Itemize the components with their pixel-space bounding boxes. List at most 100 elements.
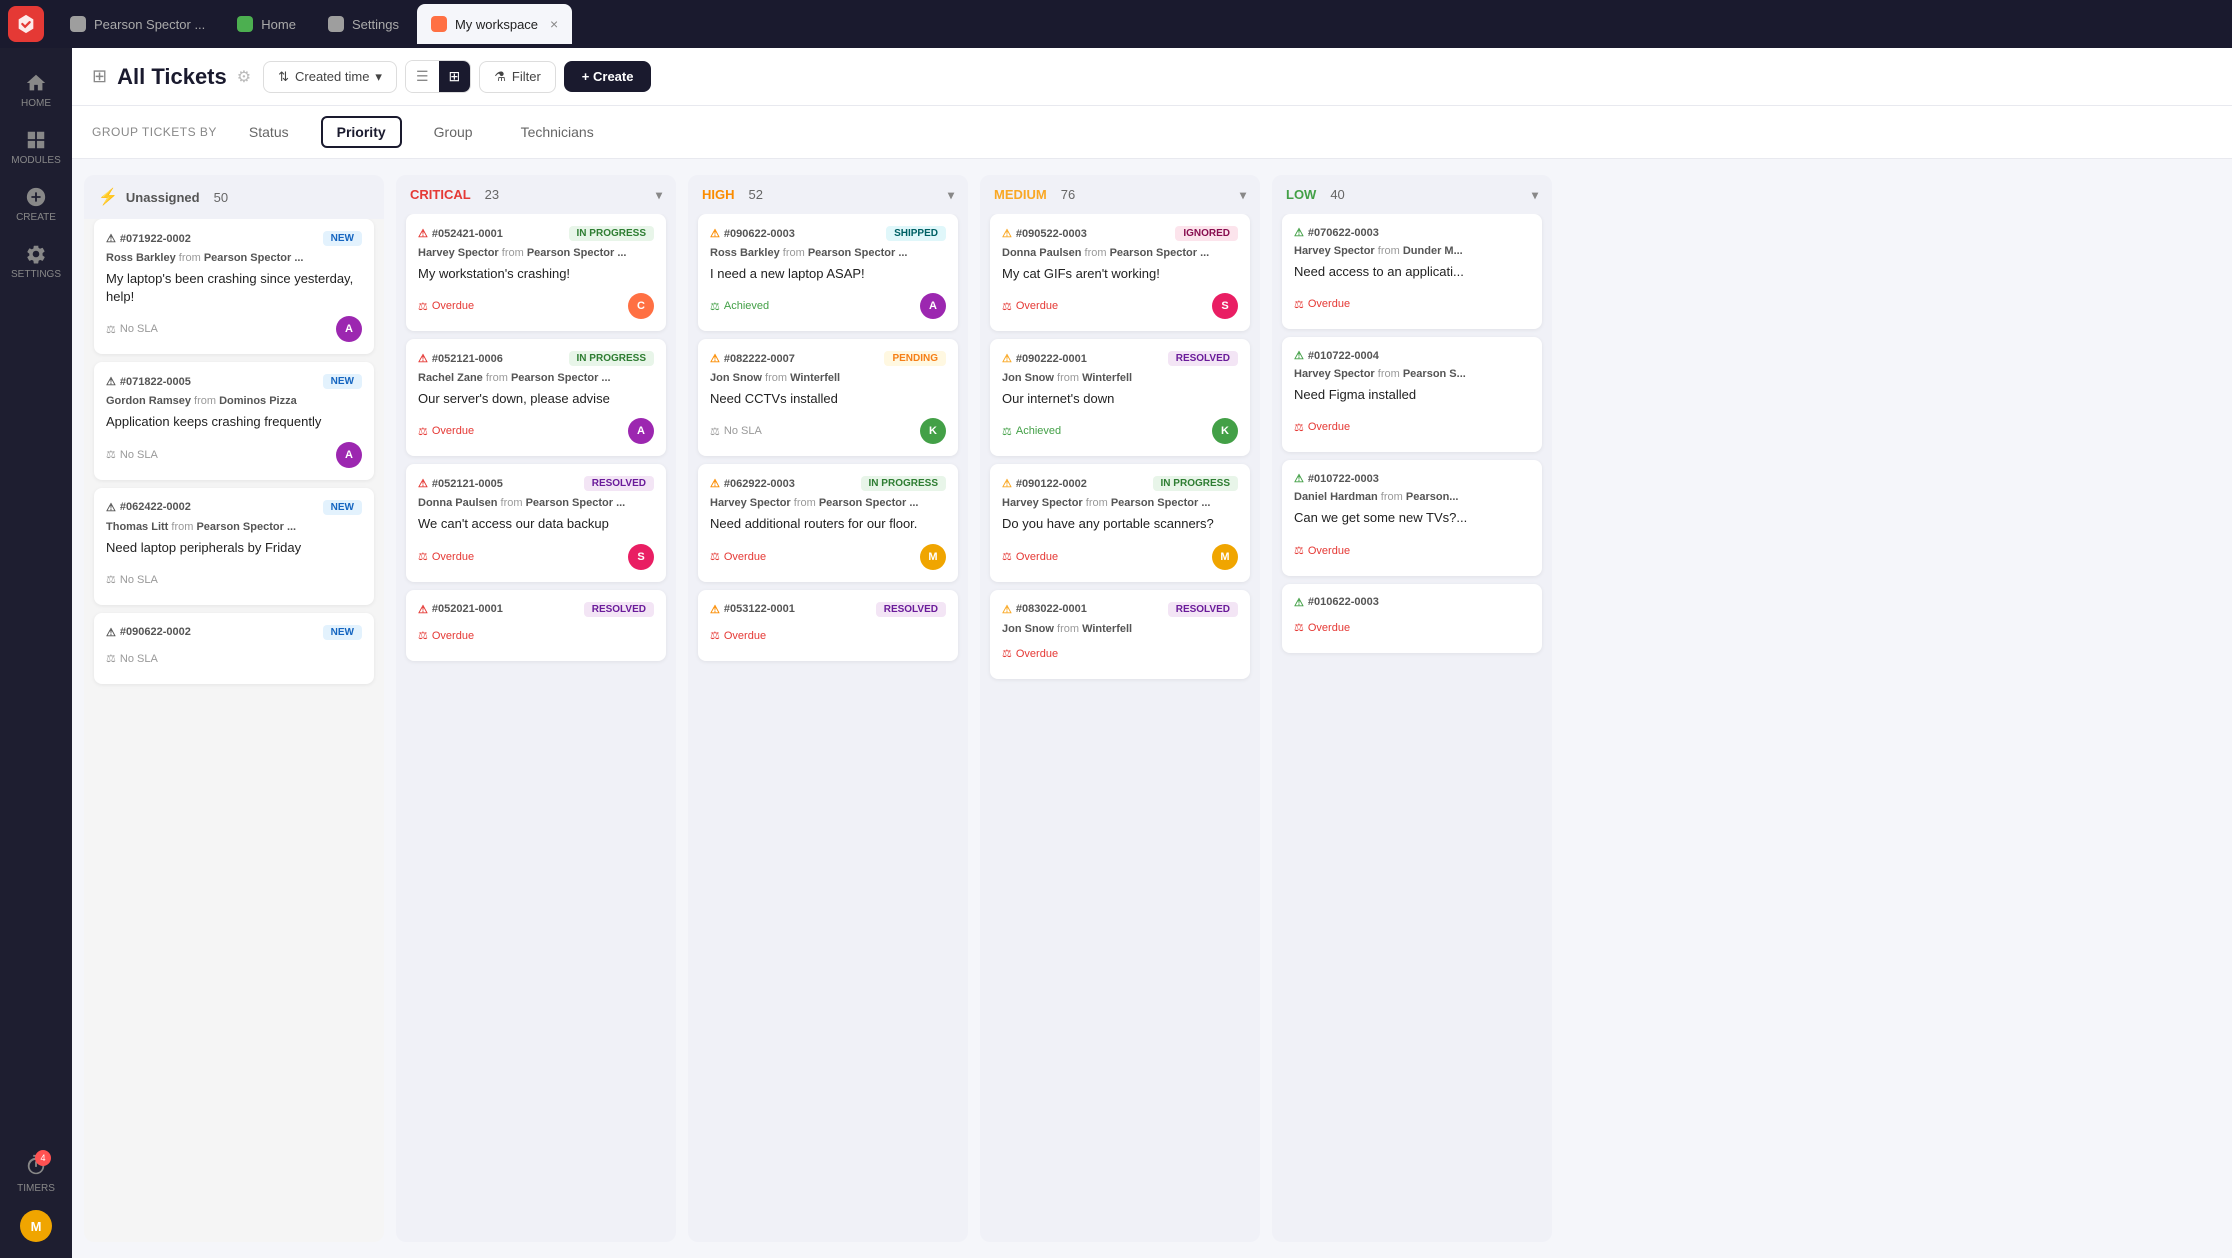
table-row[interactable]: ⚠#052121-0005RESOLVEDDonna Paulsen from … xyxy=(406,464,666,581)
tab-status[interactable]: Status xyxy=(233,116,305,148)
card-title: Need Figma installed xyxy=(1294,386,1530,404)
create-button[interactable]: + Create xyxy=(564,61,652,92)
sidebar-item-home[interactable]: HOME xyxy=(6,64,66,117)
sla-text: No SLA xyxy=(120,653,158,665)
tab-priority[interactable]: Priority xyxy=(321,116,402,148)
priority-icon: ⚠ xyxy=(1002,352,1012,365)
sla-text: No SLA xyxy=(120,323,158,335)
card-title: Can we get some new TVs?... xyxy=(1294,509,1530,527)
ticket-id: #052121-0005 xyxy=(432,478,503,490)
status-badge: NEW xyxy=(323,231,362,246)
card-title: Our server's down, please advise xyxy=(418,390,654,408)
ticket-id: #053122-0001 xyxy=(724,603,795,615)
table-row[interactable]: ⚠#010722-0004Harvey Spector from Pearson… xyxy=(1282,337,1542,452)
card-title: Need additional routers for our floor. xyxy=(710,515,946,533)
table-row[interactable]: ⚠#082222-0007PENDINGJon Snow from Winter… xyxy=(698,339,958,456)
ticket-id: #070622-0003 xyxy=(1308,227,1379,239)
table-row[interactable]: ⚠#090222-0001RESOLVEDJon Snow from Winte… xyxy=(990,339,1250,456)
assignee-avatar: A xyxy=(920,293,946,319)
tab-technicians[interactable]: Technicians xyxy=(505,116,610,148)
table-row[interactable]: ⚠#070622-0003Harvey Spector from Dunder … xyxy=(1282,214,1542,329)
column-count-low: 40 xyxy=(1330,187,1344,202)
table-row[interactable]: ⚠#010622-0003⚖Overdue xyxy=(1282,584,1542,653)
card-title: Need laptop peripherals by Friday xyxy=(106,539,362,557)
ticket-id: #090622-0002 xyxy=(120,626,191,638)
priority-icon: ⚠ xyxy=(1294,349,1304,362)
column-header-low: LOW 40 ▾ xyxy=(1272,175,1552,214)
sla-icon: ⚖ xyxy=(1002,425,1012,438)
ticket-id: #010722-0003 xyxy=(1308,473,1379,485)
status-badge: NEW xyxy=(323,625,362,640)
sla-icon: ⚖ xyxy=(1294,621,1304,634)
sidebar-item-settings[interactable]: SETTINGS xyxy=(6,235,66,288)
tab-pearson[interactable]: Pearson Spector ... xyxy=(56,4,219,44)
sidebar: HOME MODULES CREATE SETTINGS xyxy=(0,48,72,1258)
table-row[interactable]: ⚠#010722-0003Daniel Hardman from Pearson… xyxy=(1282,460,1542,575)
tab-home[interactable]: Home xyxy=(223,4,310,44)
column-count-medium: 76 xyxy=(1061,187,1075,202)
user-avatar[interactable]: M xyxy=(20,1210,52,1242)
table-row[interactable]: ⚠#062922-0003IN PROGRESSHarvey Spector f… xyxy=(698,464,958,581)
app-logo[interactable] xyxy=(8,6,44,42)
sort-button[interactable]: ⇅ Created time ▾ xyxy=(263,61,397,93)
table-row[interactable]: ⚠#090122-0002IN PROGRESSHarvey Spector f… xyxy=(990,464,1250,581)
settings-gear-icon[interactable]: ⚙ xyxy=(237,67,251,87)
status-badge: SHIPPED xyxy=(886,226,946,241)
tab-settings[interactable]: Settings xyxy=(314,4,413,44)
column-count-high: 52 xyxy=(749,187,763,202)
sla-text: No SLA xyxy=(120,449,158,461)
content-area: ⊞ All Tickets ⚙ ⇅ Created time ▾ ☰ ⊞ ⚗ F… xyxy=(72,48,2232,1258)
list-view-button[interactable]: ☰ xyxy=(406,61,439,92)
ticket-id: #082222-0007 xyxy=(724,353,795,365)
group-by-tabs: GROUP TICKETS BY Status Priority Group T… xyxy=(72,106,2232,159)
priority-icon: ⚠ xyxy=(1294,226,1304,239)
column-count-critical: 23 xyxy=(485,187,499,202)
table-row[interactable]: ⚠#090622-0002NEW⚖No SLA xyxy=(94,613,374,684)
sla-icon: ⚖ xyxy=(1002,647,1012,660)
table-row[interactable]: ⚠#052121-0006IN PROGRESSRachel Zane from… xyxy=(406,339,666,456)
table-row[interactable]: ⚠#071922-0002NEWRoss Barkley from Pearso… xyxy=(94,219,374,354)
priority-icon: ⚠ xyxy=(710,352,720,365)
column-chevron-medium[interactable]: ▾ xyxy=(1240,188,1246,202)
table-row[interactable]: ⚠#052421-0001IN PROGRESSHarvey Spector f… xyxy=(406,214,666,331)
column-chevron-high[interactable]: ▾ xyxy=(948,188,954,202)
card-title: My workstation's crashing! xyxy=(418,265,654,283)
tab-group[interactable]: Group xyxy=(418,116,489,148)
table-row[interactable]: ⚠#090522-0003IGNOREDDonna Paulsen from P… xyxy=(990,214,1250,331)
table-row[interactable]: ⚠#071822-0005NEWGordon Ramsey from Domin… xyxy=(94,362,374,479)
priority-icon: ⚠ xyxy=(106,375,116,388)
table-row[interactable]: ⚠#052021-0001RESOLVED⚖Overdue xyxy=(406,590,666,661)
ticket-id: #062922-0003 xyxy=(724,478,795,490)
card-title: I need a new laptop ASAP! xyxy=(710,265,946,283)
table-row[interactable]: ⚠#053122-0001RESOLVED⚖Overdue xyxy=(698,590,958,661)
sidebar-item-modules[interactable]: MODULES xyxy=(6,121,66,174)
column-chevron-low[interactable]: ▾ xyxy=(1532,188,1538,202)
filter-button[interactable]: ⚗ Filter xyxy=(479,61,556,93)
tab-icon-workspace xyxy=(431,16,447,32)
table-row[interactable]: ⚠#090622-0003SHIPPEDRoss Barkley from Pe… xyxy=(698,214,958,331)
assignee-avatar: M xyxy=(1212,544,1238,570)
sla-icon: ⚖ xyxy=(418,550,428,563)
table-row[interactable]: ⚠#062422-0002NEWThomas Litt from Pearson… xyxy=(94,488,374,605)
lightning-icon: ⚡ xyxy=(98,187,118,207)
tab-close-workspace[interactable]: × xyxy=(550,16,558,32)
tab-workspace[interactable]: My workspace× xyxy=(417,4,572,44)
sla-text: Overdue xyxy=(1016,648,1058,660)
table-row[interactable]: ⚠#083022-0001RESOLVEDJon Snow from Winte… xyxy=(990,590,1250,679)
sidebar-item-timers[interactable]: 4 TIMERS xyxy=(6,1146,66,1202)
column-title-medium: MEDIUM xyxy=(994,187,1047,202)
column-cards-high: ⚠#090622-0003SHIPPEDRoss Barkley from Pe… xyxy=(688,214,968,1242)
sidebar-item-create[interactable]: CREATE xyxy=(6,178,66,231)
card-title: My cat GIFs aren't working! xyxy=(1002,265,1238,283)
status-badge: RESOLVED xyxy=(876,602,946,617)
column-chevron-critical[interactable]: ▾ xyxy=(656,188,662,202)
card-title: We can't access our data backup xyxy=(418,515,654,533)
kanban-view-button[interactable]: ⊞ xyxy=(439,61,471,92)
column-header-unassigned: ⚡Unassigned50 xyxy=(84,175,384,219)
card-title: Our internet's down xyxy=(1002,390,1238,408)
column-title-low: LOW xyxy=(1286,187,1316,202)
sla-text: No SLA xyxy=(724,425,762,437)
collapse-icon[interactable]: ⊞ xyxy=(92,66,107,87)
sort-icon: ⇅ xyxy=(278,69,289,85)
column-header-critical: CRITICAL23▾ xyxy=(396,175,676,214)
